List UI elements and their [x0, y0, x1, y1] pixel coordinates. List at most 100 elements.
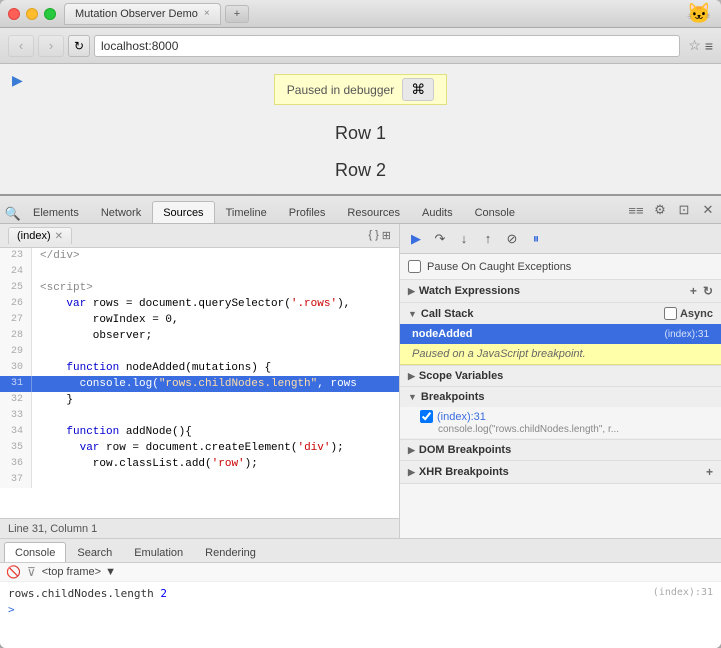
- bookmark-button[interactable]: ☆: [688, 37, 701, 54]
- tab-resources[interactable]: Resources: [336, 201, 411, 223]
- code-line-26: 26 var rows = document.querySelector('.r…: [0, 296, 399, 312]
- tab-network[interactable]: Network: [90, 201, 152, 223]
- forward-button[interactable]: ›: [38, 35, 64, 57]
- file-tab-close-icon[interactable]: ✕: [55, 231, 63, 242]
- console-tab-console[interactable]: Console: [4, 542, 66, 562]
- tab-audits[interactable]: Audits: [411, 201, 464, 223]
- code-line-29: 29: [0, 344, 399, 360]
- dom-breakpoints-header[interactable]: ▶ DOM Breakpoints: [400, 440, 721, 460]
- pause-on-caught-row: Pause On Caught Exceptions: [400, 254, 721, 280]
- dom-bp-arrow: ▶: [408, 445, 415, 456]
- console-tab-rendering[interactable]: Rendering: [194, 542, 267, 562]
- code-line-30: 30 function nodeAdded(mutations) {: [0, 360, 399, 376]
- code-line-33: 33: [0, 408, 399, 424]
- code-editor[interactable]: 23 </div> 24 25 <script> 26 var rows = d…: [0, 248, 399, 518]
- address-bar[interactable]: localhost:8000: [94, 35, 680, 57]
- page-row-2: Row 2: [0, 152, 721, 189]
- callstack-item-nodeAdded[interactable]: nodeAdded (index):31: [400, 324, 721, 344]
- breakpoints-header[interactable]: ▼ Breakpoints: [400, 387, 721, 407]
- breakpoint-checkbox[interactable]: [420, 410, 433, 423]
- scope-variables-header[interactable]: ▶ Scope Variables: [400, 366, 721, 386]
- scope-variables-label: Scope Variables: [419, 370, 503, 382]
- call-stack-label: Call Stack: [421, 308, 474, 320]
- play-indicator: ▶: [12, 72, 23, 89]
- async-checkbox-row: Async: [664, 307, 713, 320]
- debugger-message: Paused in debugger: [287, 83, 394, 97]
- menu-button[interactable]: ≡: [705, 38, 713, 54]
- tab-sources[interactable]: Sources: [152, 201, 214, 223]
- console-tab-search[interactable]: Search: [66, 542, 123, 562]
- tab-console[interactable]: Console: [464, 201, 526, 223]
- clear-console-button[interactable]: 🚫: [6, 565, 21, 579]
- breakpoints-section: ▼ Breakpoints (index):31 console.log("ro…: [400, 387, 721, 440]
- tab-elements[interactable]: Elements: [22, 201, 90, 223]
- watch-expressions-header[interactable]: ▶ Watch Expressions + ↻: [400, 280, 721, 302]
- dock-icon[interactable]: ⊡: [675, 201, 693, 219]
- settings-icon[interactable]: ⚙: [651, 201, 669, 219]
- back-button[interactable]: ‹: [8, 35, 34, 57]
- console-tabbar: Console Search Emulation Rendering: [0, 539, 721, 563]
- frame-dropdown-icon[interactable]: ▼: [105, 566, 116, 578]
- call-stack-header[interactable]: ▼ Call Stack Async: [400, 303, 721, 324]
- add-xhr-breakpoint-button[interactable]: +: [706, 465, 713, 479]
- console-tab-emulation[interactable]: Emulation: [123, 542, 194, 562]
- resume-execution-button[interactable]: ▶: [406, 229, 426, 249]
- async-checkbox[interactable]: [664, 307, 677, 320]
- close-devtools-icon[interactable]: ✕: [699, 201, 717, 219]
- breakpoints-label: Breakpoints: [421, 391, 485, 403]
- navigation-toolbar: ‹ › ↻ localhost:8000 ☆ ≡: [0, 28, 721, 64]
- resume-button[interactable]: ⌘: [402, 78, 434, 101]
- traffic-lights: [8, 8, 56, 20]
- step-into-button[interactable]: ↓: [454, 229, 474, 249]
- scope-variables-section: ▶ Scope Variables: [400, 366, 721, 387]
- file-tab-index[interactable]: (index) ✕: [8, 227, 72, 244]
- breakpoint-code: console.log("rows.childNodes.length", r.…: [420, 424, 660, 435]
- breakpoint-item-31: (index):31 console.log("rows.childNodes.…: [400, 407, 721, 439]
- devtools-search-icon[interactable]: 🔍: [4, 205, 22, 223]
- xhr-breakpoints-section: ▶ XHR Breakpoints +: [400, 461, 721, 484]
- deactivate-breakpoints-button[interactable]: ⊘: [502, 229, 522, 249]
- debugger-notification: Paused in debugger ⌘: [274, 74, 447, 105]
- step-over-button[interactable]: ↷: [430, 229, 450, 249]
- watch-section-actions: + ↻: [690, 284, 713, 298]
- code-line-34: 34 function addNode(){: [0, 424, 399, 440]
- devtools-main: (index) ✕ { } ⊞ 23 </div> 24: [0, 224, 721, 538]
- debugger-right-panel: ▶ ↷ ↓ ↑ ⊘ ⏸ Pause On Caught Exceptions: [400, 224, 721, 538]
- pause-on-exception-button[interactable]: ⏸: [526, 229, 546, 249]
- minimize-button[interactable]: [26, 8, 38, 20]
- customize-devtools-icon[interactable]: ≡≡: [627, 201, 645, 219]
- refresh-button[interactable]: ↻: [68, 35, 90, 57]
- file-format-icon[interactable]: { }: [368, 229, 378, 242]
- console-input-line: >: [8, 601, 713, 618]
- close-button[interactable]: [8, 8, 20, 20]
- sources-file-tabbar: (index) ✕ { } ⊞: [0, 224, 399, 248]
- breakpoints-arrow: ▼: [408, 392, 417, 402]
- sources-panel: (index) ✕ { } ⊞ 23 </div> 24: [0, 224, 400, 538]
- tab-profiles[interactable]: Profiles: [278, 201, 337, 223]
- callstack-fn-name: nodeAdded: [412, 328, 473, 340]
- console-log-entry: rows.childNodes.length 2 (index):31: [8, 586, 713, 601]
- tab-close-button[interactable]: ×: [204, 8, 210, 19]
- breakpoint-label: (index):31: [437, 411, 486, 423]
- browser-tab[interactable]: Mutation Observer Demo ×: [64, 3, 221, 25]
- console-area: Console Search Emulation Rendering 🚫 ⊽ <…: [0, 538, 721, 648]
- refresh-watch-button[interactable]: ↻: [703, 284, 713, 298]
- dom-breakpoints-section: ▶ DOM Breakpoints: [400, 440, 721, 461]
- back-icon: ‹: [19, 38, 23, 53]
- xhr-breakpoints-header[interactable]: ▶ XHR Breakpoints +: [400, 461, 721, 483]
- console-input[interactable]: [19, 603, 713, 616]
- console-filter-icon[interactable]: ⊽: [27, 565, 36, 579]
- pause-on-caught-checkbox[interactable]: [408, 260, 421, 273]
- code-line-32: 32 }: [0, 392, 399, 408]
- code-line-35: 35 var row = document.createElement('div…: [0, 440, 399, 456]
- step-out-button[interactable]: ↑: [478, 229, 498, 249]
- add-watch-button[interactable]: +: [690, 284, 697, 298]
- tab-timeline[interactable]: Timeline: [215, 201, 278, 223]
- file-search-icon[interactable]: ⊞: [382, 229, 391, 242]
- call-stack-section: ▼ Call Stack Async nodeAdded (index):31 …: [400, 303, 721, 366]
- forward-icon: ›: [49, 38, 53, 53]
- new-tab-button[interactable]: +: [225, 5, 249, 23]
- maximize-button[interactable]: [44, 8, 56, 20]
- async-label: Async: [680, 308, 713, 320]
- console-toolbar: 🚫 ⊽ <top frame> ▼: [0, 563, 721, 582]
